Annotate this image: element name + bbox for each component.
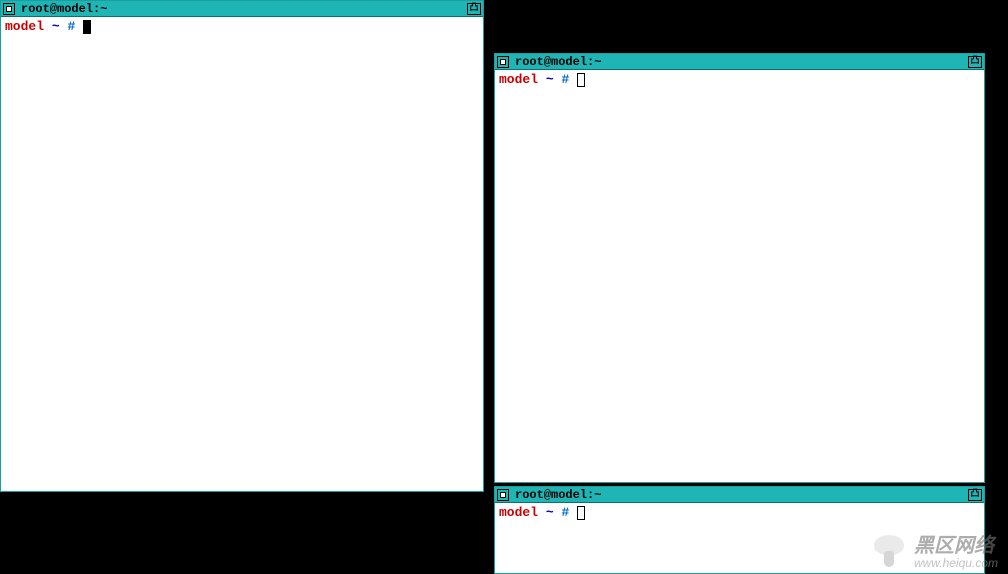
prompt-line: model ~ #: [5, 19, 479, 34]
watermark-text-group: 黑区网络 www.heiqu.com: [914, 535, 998, 570]
window-menu-icon[interactable]: [497, 56, 509, 68]
window-title: root@model:~: [515, 488, 601, 502]
titlebar[interactable]: root@model:~ 凸: [1, 1, 483, 17]
watermark-url: www.heiqu.com: [914, 557, 998, 570]
prompt-path: ~: [52, 19, 60, 34]
prompt-host: model: [5, 19, 44, 34]
titlebar[interactable]: root@model:~ 凸: [495, 54, 984, 70]
prompt-line: model ~ #: [499, 505, 980, 520]
prompt-symbol: #: [561, 72, 569, 87]
prompt-host: model: [499, 72, 538, 87]
cursor-icon: [577, 506, 585, 520]
prompt-line: model ~ #: [499, 72, 980, 87]
titlebar[interactable]: root@model:~ 凸: [495, 487, 984, 503]
cursor-icon: [83, 20, 91, 34]
window-menu-icon[interactable]: [497, 489, 509, 501]
prompt-host: model: [499, 505, 538, 520]
prompt-path: ~: [546, 505, 554, 520]
prompt-path: ~: [546, 72, 554, 87]
terminal-body[interactable]: model ~ #: [495, 70, 984, 482]
window-restore-icon[interactable]: 凸: [467, 3, 481, 15]
prompt-symbol: #: [561, 505, 569, 520]
window-restore-icon[interactable]: 凸: [968, 489, 982, 501]
window-menu-icon[interactable]: [3, 3, 15, 15]
terminal-window-1[interactable]: root@model:~ 凸 model ~ #: [0, 0, 484, 492]
watermark-text: 黑区网络: [914, 535, 998, 557]
prompt-symbol: #: [67, 19, 75, 34]
window-title: root@model:~: [515, 55, 601, 69]
watermark: 黑区网络 www.heiqu.com: [870, 535, 998, 570]
window-restore-icon[interactable]: 凸: [968, 56, 982, 68]
cursor-icon: [577, 73, 585, 87]
terminal-body[interactable]: model ~ #: [1, 17, 483, 491]
terminal-window-2[interactable]: root@model:~ 凸 model ~ #: [494, 53, 985, 483]
window-title: root@model:~: [21, 2, 107, 16]
mushroom-icon: [870, 535, 908, 569]
